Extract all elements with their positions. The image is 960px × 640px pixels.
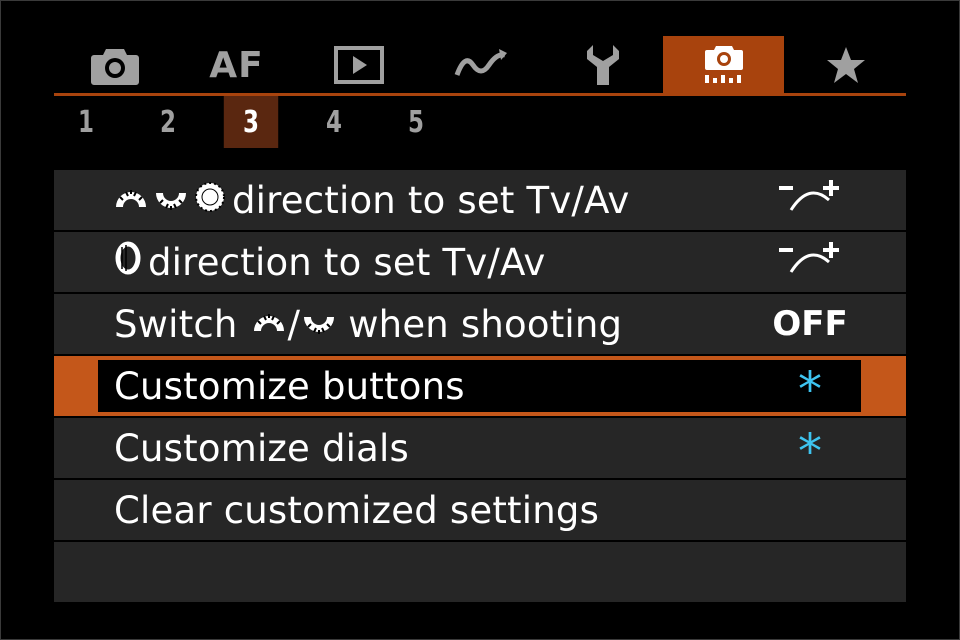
star-icon — [825, 45, 867, 85]
row-value: OFF — [772, 304, 848, 344]
row-label: Customize buttons — [114, 364, 465, 408]
row-label-container: direction to set Tv/Av — [114, 170, 630, 230]
row-label: direction to set Tv/Av — [232, 178, 630, 222]
tab-af[interactable]: AF — [176, 36, 297, 94]
tab-my-menu[interactable] — [785, 36, 906, 94]
page-selector: 1 2 3 4 5 — [54, 96, 906, 148]
control-ring-icon — [114, 241, 142, 284]
dial-direction-icon — [775, 176, 845, 225]
menu-row-dial-direction[interactable]: direction to set Tv/Av — [54, 170, 906, 230]
dial-direction-icon — [775, 238, 845, 287]
page-2[interactable]: 2 — [141, 96, 195, 148]
menu-list: direction to set Tv/Av direction to set … — [54, 170, 906, 604]
row-value: * — [754, 356, 866, 416]
row-label-part: / — [287, 302, 301, 346]
menu-row-clear-settings[interactable]: Clear customized settings — [54, 480, 906, 540]
page-1[interactable]: 1 — [59, 96, 113, 148]
control-wheel-icon — [194, 179, 226, 222]
tab-setup[interactable] — [542, 36, 663, 94]
page-5[interactable]: 5 — [389, 96, 443, 148]
custom-functions-icon — [701, 42, 747, 88]
row-value — [754, 170, 866, 230]
asterisk-icon: * — [798, 424, 822, 480]
row-label-part: Switch — [114, 302, 238, 346]
tab-playback[interactable] — [298, 36, 419, 94]
asterisk-icon: * — [798, 362, 822, 418]
main-dial-icon — [252, 303, 286, 346]
playback-icon — [333, 45, 384, 85]
menu-row-switch-dials[interactable]: Switch / when shooting OFF — [54, 294, 906, 354]
quick-dial-icon — [302, 303, 336, 346]
row-value — [754, 232, 866, 292]
quick-dial-icon — [154, 179, 188, 222]
tab-wireless[interactable] — [420, 36, 541, 94]
row-label: Customize dials — [114, 426, 409, 470]
wrench-icon — [583, 43, 623, 87]
row-label-container: Switch / when shooting — [114, 294, 622, 354]
main-dial-icon — [114, 179, 148, 222]
wireless-icon — [453, 47, 509, 83]
page-3[interactable]: 3 — [223, 96, 279, 148]
page-4[interactable]: 4 — [307, 96, 361, 148]
menu-row-customize-dials[interactable]: Customize dials * — [54, 418, 906, 478]
row-label-part: when shooting — [348, 302, 623, 346]
af-icon: AF — [209, 44, 264, 86]
menu-row-empty — [54, 542, 906, 602]
menu-row-customize-buttons[interactable]: Customize buttons * — [54, 356, 906, 416]
row-label-container: direction to set Tv/Av — [114, 232, 546, 292]
menu-row-ring-direction[interactable]: direction to set Tv/Av — [54, 232, 906, 292]
tab-custom-functions[interactable] — [663, 36, 784, 94]
category-tabs: AF — [54, 36, 906, 94]
row-value: * — [754, 418, 866, 478]
row-label: Clear customized settings — [114, 488, 600, 532]
camera-icon — [90, 45, 140, 85]
row-label: direction to set Tv/Av — [148, 240, 546, 284]
tab-shooting[interactable] — [54, 36, 175, 94]
